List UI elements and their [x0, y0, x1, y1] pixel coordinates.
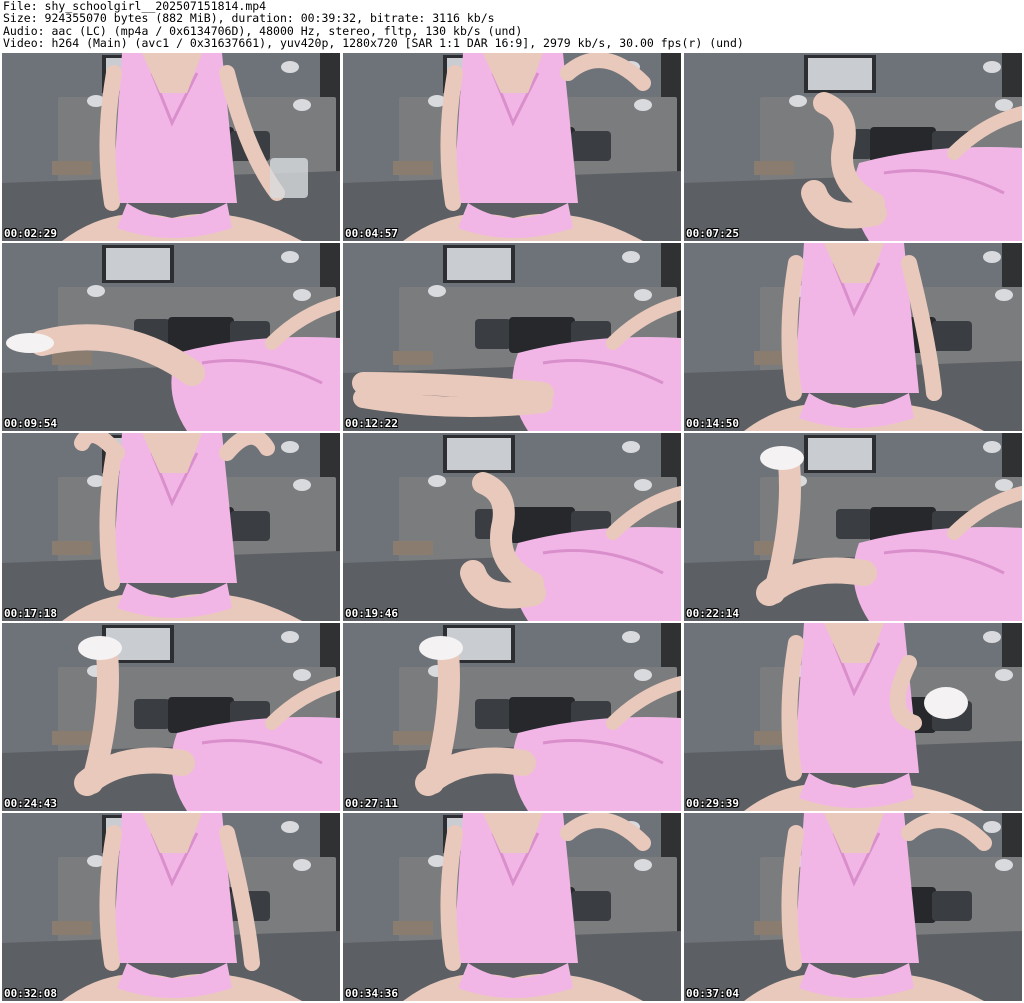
thumbnail-3: 00:07:25	[684, 53, 1022, 241]
thumbnail-timestamp: 00:19:46	[345, 607, 398, 620]
thumbnail-2: 00:04:57	[343, 53, 681, 241]
thumbnail-timestamp: 00:04:57	[345, 227, 398, 240]
thumbnail-timestamp: 00:07:25	[686, 227, 739, 240]
thumbnail-12: 00:29:39	[684, 623, 1022, 811]
thumbnail-frame	[343, 53, 681, 241]
thumbnail-9: 00:22:14	[684, 433, 1022, 621]
thumbnail-frame	[2, 53, 340, 241]
thumbnail-timestamp: 00:29:39	[686, 797, 739, 810]
thumbnail-frame	[684, 53, 1022, 241]
thumbnail-13: 00:32:08	[2, 813, 340, 1001]
thumbnail-timestamp: 00:24:43	[4, 797, 57, 810]
thumbnail-frame	[343, 243, 681, 431]
thumbnail-frame	[343, 813, 681, 1001]
thumbnail-6: 00:14:50	[684, 243, 1022, 431]
thumbnail-timestamp: 00:22:14	[686, 607, 739, 620]
thumbnail-frame	[684, 243, 1022, 431]
video-line: Video: h264 (Main) (avc1 / 0x31637661), …	[3, 35, 744, 50]
thumbnail-timestamp: 00:14:50	[686, 417, 739, 430]
thumbnail-frame	[684, 433, 1022, 621]
thumbnail-8: 00:19:46	[343, 433, 681, 621]
thumbnail-timestamp: 00:09:54	[4, 417, 57, 430]
thumbnail-frame	[343, 623, 681, 811]
thumbnail-frame	[684, 623, 1022, 811]
thumbnail-timestamp: 00:34:36	[345, 987, 398, 1000]
thumbnail-frame	[2, 433, 340, 621]
thumbnail-timestamp: 00:32:08	[4, 987, 57, 1000]
thumbnail-frame	[2, 813, 340, 1001]
thumbnail-grid: 00:02:29 00:04:57 00:07:25 00:09:54 00:12:22…	[2, 53, 1022, 1001]
thumbnail-frame	[2, 623, 340, 811]
media-info-header: File: shy_schoolgirl__202507151814.mp4 S…	[3, 0, 1021, 52]
thumbnail-timestamp: 00:17:18	[4, 607, 57, 620]
thumbnail-timestamp: 00:12:22	[345, 417, 398, 430]
thumbnail-7: 00:17:18	[2, 433, 340, 621]
thumbnail-timestamp: 00:37:04	[686, 987, 739, 1000]
size-line: Size: 924355070 bytes (882 MiB), duratio…	[3, 11, 495, 26]
thumbnail-5: 00:12:22	[343, 243, 681, 431]
thumbnail-timestamp: 00:02:29	[4, 227, 57, 240]
thumbnail-1: 00:02:29	[2, 53, 340, 241]
thumbnail-timestamp: 00:27:11	[345, 797, 398, 810]
thumbnail-frame	[2, 243, 340, 431]
thumbnail-15: 00:37:04	[684, 813, 1022, 1001]
thumbnail-frame	[343, 433, 681, 621]
thumbnail-10: 00:24:43	[2, 623, 340, 811]
thumbnail-frame	[684, 813, 1022, 1001]
thumbnail-4: 00:09:54	[2, 243, 340, 431]
thumbnail-11: 00:27:11	[343, 623, 681, 811]
thumbnail-14: 00:34:36	[343, 813, 681, 1001]
